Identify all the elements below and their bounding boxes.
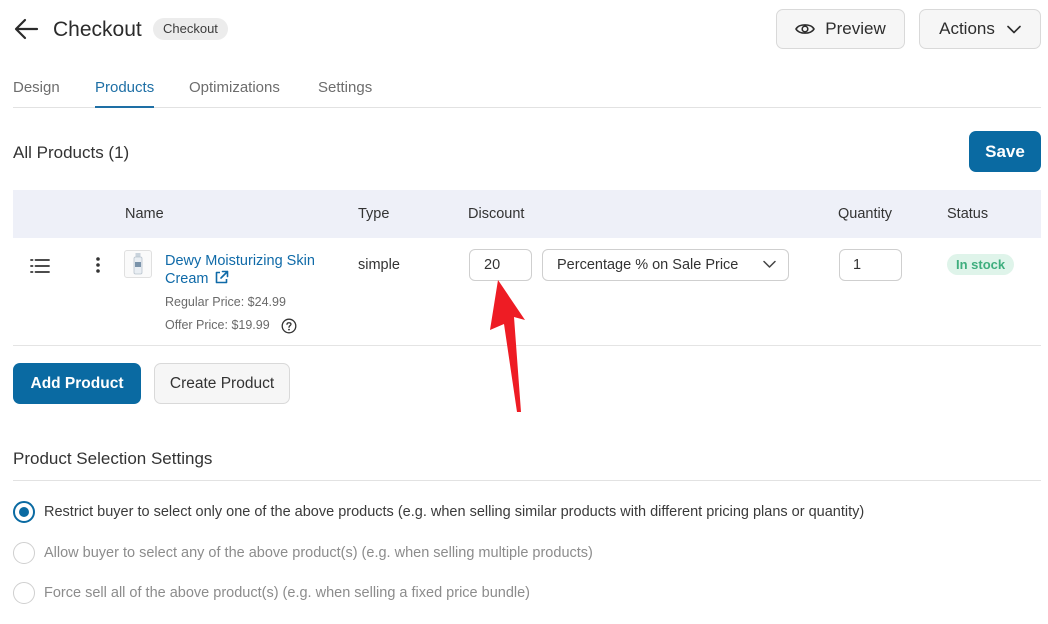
tab-settings[interactable]: Settings xyxy=(318,79,372,108)
column-header-type: Type xyxy=(358,206,390,222)
regular-price: Regular Price: $24.99 xyxy=(165,295,286,309)
product-type: simple xyxy=(358,257,400,273)
column-header-name: Name xyxy=(125,206,164,222)
page-type-badge: Checkout xyxy=(153,18,228,40)
eye-icon xyxy=(795,24,816,34)
discount-type-value: Percentage % on Sale Price xyxy=(557,257,739,273)
page-title: Checkout xyxy=(53,18,142,41)
radio-option-restrict-one[interactable]: Restrict buyer to select only one of the… xyxy=(13,501,864,523)
kebab-menu-icon[interactable] xyxy=(94,256,102,274)
radio-button[interactable] xyxy=(13,542,35,564)
tab-products[interactable]: Products xyxy=(95,79,155,108)
radio-option-label: Force sell all of the above product(s) (… xyxy=(44,585,531,601)
tab-optimizations[interactable]: Optimizations xyxy=(189,79,280,108)
radio-button[interactable] xyxy=(13,501,35,523)
status-badge: In stock xyxy=(947,254,1015,275)
discount-type-select[interactable]: Percentage % on Sale Price xyxy=(542,249,789,281)
add-product-button[interactable]: Add Product xyxy=(13,363,141,404)
divider xyxy=(13,480,1041,481)
tab-design[interactable]: Design xyxy=(13,79,60,108)
products-table-header: Name Type Discount Quantity Status xyxy=(13,190,1041,238)
radio-option-allow-any[interactable]: Allow buyer to select any of the above p… xyxy=(13,542,593,564)
column-header-discount: Discount xyxy=(468,206,525,222)
selection-settings-title: Product Selection Settings xyxy=(13,449,213,468)
actions-dropdown-button[interactable]: Actions xyxy=(919,9,1041,49)
drag-handle-icon[interactable] xyxy=(30,258,50,274)
preview-button[interactable]: Preview xyxy=(776,9,905,49)
tab-bar: Design Products Optimizations Settings xyxy=(13,70,1041,108)
actions-button-label: Actions xyxy=(939,19,995,38)
create-product-button[interactable]: Create Product xyxy=(154,363,290,404)
radio-option-label: Allow buyer to select any of the above p… xyxy=(44,545,593,561)
chevron-down-icon xyxy=(1007,25,1021,33)
radio-button[interactable] xyxy=(13,582,35,604)
radio-option-label: Restrict buyer to select only one of the… xyxy=(44,504,865,520)
question-circle-icon[interactable] xyxy=(281,318,297,334)
column-header-status: Status xyxy=(947,206,989,222)
radio-option-force-all[interactable]: Force sell all of the above product(s) (… xyxy=(13,582,530,604)
offer-price: Offer Price: $19.99 xyxy=(165,318,270,332)
product-name: Dewy Moisturizing Skin Cream xyxy=(165,253,315,287)
annotation-arrow-icon xyxy=(490,280,525,412)
product-bottle-image xyxy=(133,253,143,275)
page-header: Checkout Checkout Preview Actions xyxy=(0,0,1048,60)
discount-value-input[interactable]: 20 xyxy=(469,249,532,281)
product-thumbnail xyxy=(124,250,152,278)
back-button[interactable] xyxy=(13,17,39,41)
external-link-icon[interactable] xyxy=(214,270,229,285)
column-header-quantity: Quantity xyxy=(838,206,892,222)
product-name-link[interactable]: Dewy Moisturizing Skin Cream xyxy=(165,252,335,288)
quantity-input[interactable]: 1 xyxy=(839,249,902,281)
products-section-title: All Products (1) xyxy=(13,143,130,162)
preview-button-label: Preview xyxy=(825,19,886,38)
chevron-down-icon xyxy=(763,260,776,268)
arrow-left-icon xyxy=(14,18,39,40)
save-button[interactable]: Save xyxy=(969,131,1041,172)
